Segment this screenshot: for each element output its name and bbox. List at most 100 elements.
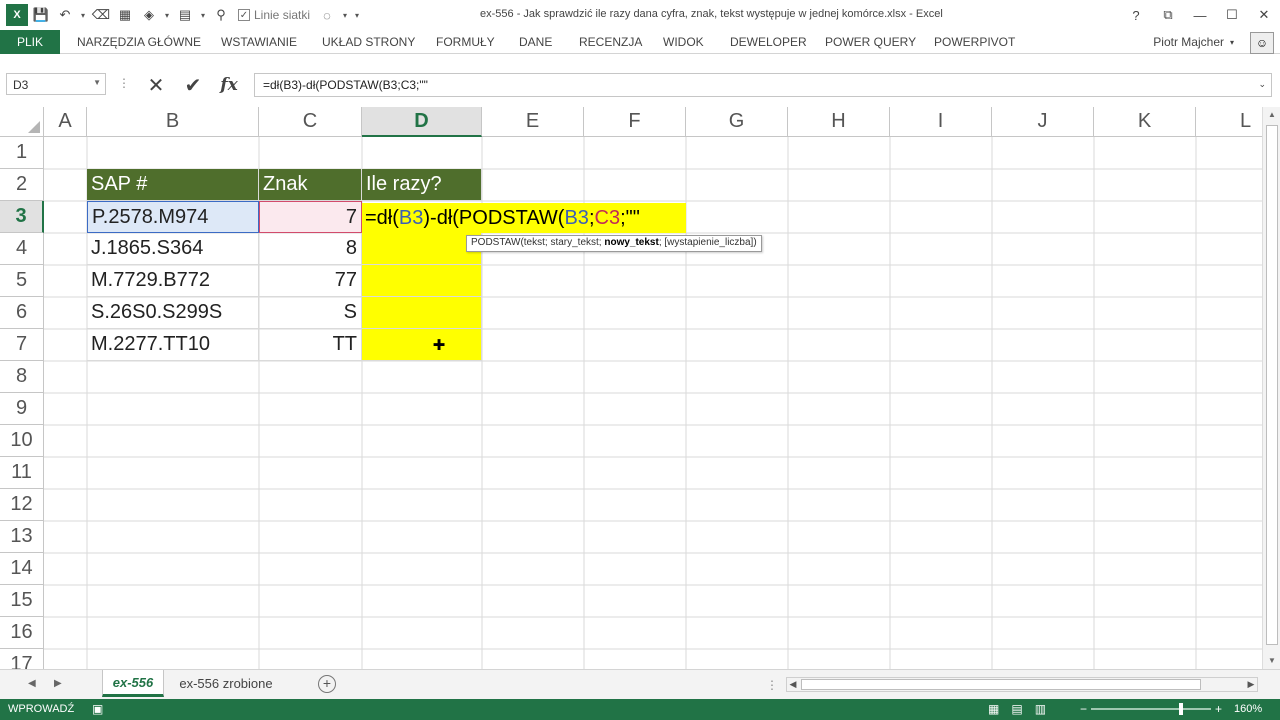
customize-toolbar-icon[interactable]: ▾: [352, 11, 362, 20]
vertical-scrollbar[interactable]: ▲ ▼: [1262, 107, 1280, 669]
fill-color-icon[interactable]: ◈: [138, 4, 160, 26]
enter-button[interactable]: ✔: [178, 73, 208, 97]
function-tooltip[interactable]: PODSTAW(tekst; stary_tekst; nowy_tekst; …: [466, 235, 762, 252]
undo-icon[interactable]: ↶: [54, 4, 76, 26]
column-header-e[interactable]: E: [482, 107, 584, 137]
cell-b2[interactable]: SAP #: [87, 169, 259, 201]
row-header-17[interactable]: 17: [0, 649, 44, 669]
cell-d6[interactable]: [362, 297, 482, 329]
tab-split-handle-icon[interactable]: ⋮: [766, 678, 778, 692]
zoom-out-button[interactable]: −: [1080, 702, 1087, 716]
zoom-slider[interactable]: [1091, 703, 1212, 715]
cell-c2[interactable]: Znak: [259, 169, 362, 201]
avatar[interactable]: ☺: [1250, 32, 1274, 54]
vertical-scroll-thumb[interactable]: [1266, 125, 1278, 645]
lasso-dropdown-icon[interactable]: ▾: [340, 11, 350, 20]
row-header-15[interactable]: 15: [0, 585, 44, 617]
cell-c4[interactable]: 8: [259, 233, 362, 265]
borders-dropdown-icon[interactable]: ▾: [198, 11, 208, 20]
page-layout-view-icon[interactable]: ▤: [1011, 702, 1022, 716]
chevron-down-icon[interactable]: ▼: [93, 78, 101, 87]
add-sheet-icon[interactable]: +: [318, 675, 336, 693]
column-header-h[interactable]: H: [788, 107, 890, 137]
prev-sheet-icon[interactable]: ◀: [28, 678, 36, 689]
row-header-16[interactable]: 16: [0, 617, 44, 649]
tab-review[interactable]: RECENZJA: [579, 30, 642, 54]
cell-b4[interactable]: J.1865.S364: [87, 233, 259, 265]
help-button[interactable]: ?: [1120, 0, 1152, 30]
normal-view-icon[interactable]: ▦: [988, 702, 999, 716]
cell-c3[interactable]: 7: [259, 201, 362, 233]
gridlines-checkbox[interactable]: ✓ Linie siatki: [238, 8, 310, 22]
column-header-j[interactable]: J: [992, 107, 1094, 137]
fill-dropdown-icon[interactable]: ▾: [162, 11, 172, 20]
row-header-7[interactable]: 7: [0, 329, 44, 361]
cell-c6[interactable]: S: [259, 297, 362, 329]
column-header-g[interactable]: G: [686, 107, 788, 137]
row-header-2[interactable]: 2: [0, 169, 44, 201]
cell-b5[interactable]: M.7729.B772: [87, 265, 259, 297]
minimize-button[interactable]: —: [1184, 0, 1216, 30]
worksheet-grid[interactable]: A B C D E F G H I J K L 1 2 3 4 5 6 7 8 …: [0, 107, 1262, 669]
horizontal-scroll-thumb[interactable]: [801, 679, 1201, 690]
lasso-icon[interactable]: ◌: [316, 4, 338, 26]
row-header-14[interactable]: 14: [0, 553, 44, 585]
close-button[interactable]: ✕: [1248, 0, 1280, 30]
tree-icon[interactable]: ⚲: [210, 4, 232, 26]
row-header-8[interactable]: 8: [0, 361, 44, 393]
row-header-9[interactable]: 9: [0, 393, 44, 425]
sheet-tab-ex-556[interactable]: ex-556: [102, 670, 164, 697]
save-icon[interactable]: 💾: [30, 4, 52, 26]
select-all-button[interactable]: [0, 107, 44, 137]
column-header-a[interactable]: A: [44, 107, 87, 137]
expand-formula-bar-icon[interactable]: ⌄: [1258, 79, 1266, 90]
cell-d3-editor[interactable]: =dł(B3)-dł(PODSTAW(B3; C3 ;"": [362, 203, 686, 233]
row-header-6[interactable]: 6: [0, 297, 44, 329]
column-header-l[interactable]: L: [1196, 107, 1262, 137]
zoom-level[interactable]: 160%: [1234, 703, 1262, 715]
tab-insert[interactable]: WSTAWIANIE: [221, 30, 297, 54]
formula-input[interactable]: =dł(B3)-dł(PODSTAW(B3;C3;"" ⌄: [254, 73, 1272, 97]
maximize-button[interactable]: ☐: [1216, 0, 1248, 30]
next-sheet-icon[interactable]: ▶: [54, 678, 62, 689]
zoom-in-button[interactable]: +: [1215, 702, 1222, 716]
column-header-i[interactable]: I: [890, 107, 992, 137]
sheet-tab-ex-556-zrobione[interactable]: ex-556 zrobione: [170, 670, 282, 697]
row-header-1[interactable]: 1: [0, 137, 44, 169]
column-header-c[interactable]: C: [259, 107, 362, 137]
cell-b6[interactable]: S.26S0.S299S: [87, 297, 259, 329]
tab-file[interactable]: PLIK: [0, 30, 60, 54]
scroll-right-icon[interactable]: ▶: [1245, 678, 1257, 691]
cell-d4[interactable]: [362, 233, 482, 265]
scroll-up-icon[interactable]: ▲: [1266, 109, 1278, 121]
row-header-3[interactable]: 3: [0, 201, 44, 233]
borders-icon[interactable]: ▤: [174, 4, 196, 26]
cell-c7[interactable]: TT: [259, 329, 362, 361]
table-icon[interactable]: ▦: [114, 4, 136, 26]
scroll-down-icon[interactable]: ▼: [1266, 655, 1278, 667]
macro-record-icon[interactable]: ▣: [92, 702, 103, 716]
resize-handle-icon[interactable]: ⋮: [118, 76, 130, 90]
undo-dropdown-icon[interactable]: ▾: [78, 11, 88, 20]
column-header-k[interactable]: K: [1094, 107, 1196, 137]
row-header-13[interactable]: 13: [0, 521, 44, 553]
column-header-b[interactable]: B: [87, 107, 259, 137]
row-header-4[interactable]: 4: [0, 233, 44, 265]
insert-function-button[interactable]: fx: [214, 73, 244, 97]
page-break-view-icon[interactable]: ▥: [1035, 702, 1046, 716]
column-header-d[interactable]: D: [362, 107, 482, 137]
tab-powerpivot[interactable]: POWERPIVOT: [934, 30, 1015, 54]
ribbon-display-icon[interactable]: ⧉: [1152, 0, 1184, 30]
cell-d7[interactable]: [362, 329, 482, 361]
row-header-5[interactable]: 5: [0, 265, 44, 297]
cell-b3[interactable]: P.2578.M974: [87, 201, 259, 233]
tab-formulas[interactable]: FORMUŁY: [436, 30, 495, 54]
cell-d5[interactable]: [362, 265, 482, 297]
name-box[interactable]: D3 ▼: [6, 73, 106, 95]
zoom-slider-knob[interactable]: [1179, 703, 1184, 715]
tab-power-query[interactable]: POWER QUERY: [825, 30, 916, 54]
cell-d2[interactable]: Ile razy?: [362, 169, 482, 201]
tooltip-function[interactable]: PODSTAW(tekst; stary_tekst;: [471, 237, 604, 248]
cell-b7[interactable]: M.2277.TT10: [87, 329, 259, 361]
cancel-button[interactable]: ✕: [141, 73, 171, 97]
